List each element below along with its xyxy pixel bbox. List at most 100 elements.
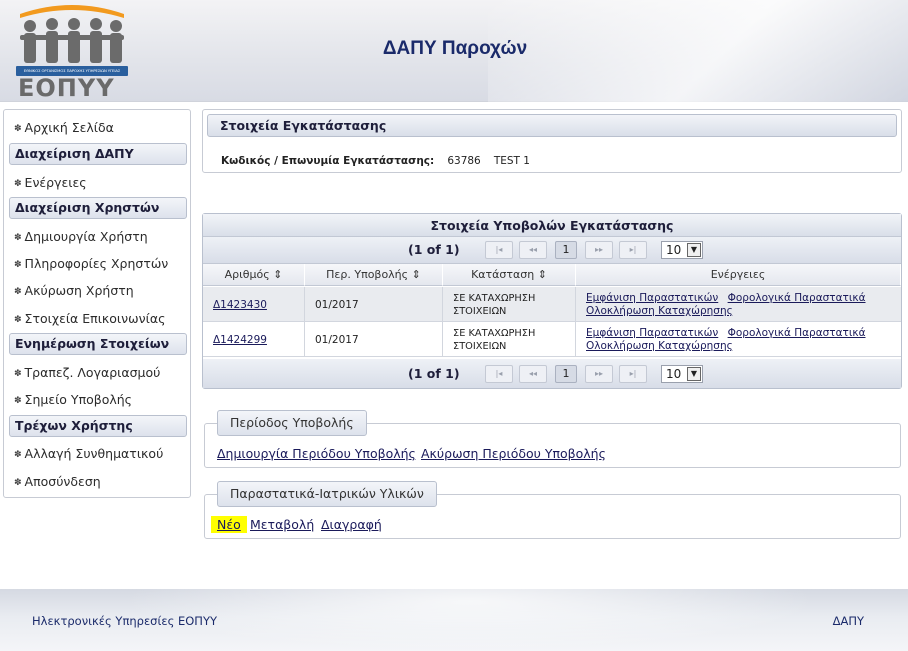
facility-name: TEST 1 [493, 155, 530, 167]
sidebar-item-label: Ενέργειες [24, 175, 87, 190]
submissions-table: Στοιχεία Υποβολών Εγκατάστασης (1 of 1) … [202, 213, 902, 389]
page-count: (1 of 1) [408, 366, 460, 381]
cell-period: 01/2017 [305, 287, 443, 322]
page-size-value: 10 [666, 367, 682, 381]
cell-actions: Εμφάνιση Παραστατικών Φορολογικά Παραστα… [576, 287, 901, 322]
first-page-button[interactable]: |◂ [485, 365, 513, 383]
sidebar-item-label: Σημείο Υποβολής [24, 392, 133, 407]
show-documents-link[interactable]: Εμφάνιση Παραστατικών [586, 327, 718, 339]
page-number-button[interactable]: 1 [555, 241, 577, 259]
complete-entry-link[interactable]: Ολοκλήρωση Καταχώρησης [586, 305, 733, 317]
prev-page-button[interactable]: ◂◂ [519, 241, 547, 259]
table-row: Δ1424299 01/2017 ΣΕ ΚΑΤΑΧΩΡΗΣΗ ΣΤΟΙΧΕΙΩΝ… [203, 322, 901, 357]
next-page-button[interactable]: ▸▸ [585, 241, 613, 259]
facility-info: Κωδικός / Επωνυμία Εγκατάστασης: 63786 T… [221, 149, 530, 168]
next-page-button[interactable]: ▸▸ [585, 365, 613, 383]
sidebar-item-label: Αρχική Σελίδα [24, 120, 114, 135]
column-header-label: Κατάσταση [471, 268, 535, 281]
column-header-status[interactable]: Κατάσταση ⇕ [443, 264, 576, 286]
sidebar-item-bank-account[interactable]: ✽ Τραπεζ. Λογαριασμού [14, 365, 160, 383]
new-link[interactable]: Νέο [211, 516, 247, 533]
gear-bullet-icon: ✽ [14, 287, 22, 297]
sidebar-item-home[interactable]: ✽ Αρχική Σελίδα [14, 120, 114, 138]
complete-entry-link[interactable]: Ολοκλήρωση Καταχώρησης [586, 340, 733, 352]
sidebar-section-dapy: Διαχείριση ΔΑΠΥ [9, 143, 187, 165]
last-page-button[interactable]: ▸| [619, 241, 647, 259]
sidebar-item-label: Αλλαγή Συνθηματικού [24, 446, 164, 461]
facility-label: Κωδικός / Επωνυμία Εγκατάστασης: [221, 155, 435, 167]
sidebar-item-user-info[interactable]: ✽ Πληροφορίες Χρηστών [14, 256, 168, 274]
dropdown-arrow-icon[interactable]: ▼ [687, 243, 701, 257]
cell-status: ΣΕ ΚΑΤΑΧΩΡΗΣΗ ΣΤΟΙΧΕΙΩΝ [443, 287, 576, 322]
sidebar-item-label: Πληροφορίες Χρηστών [24, 256, 169, 271]
sidebar-item-create-user[interactable]: ✽ Δημιουργία Χρήστη [14, 229, 148, 247]
sort-icon: ⇕ [537, 268, 547, 281]
last-page-button[interactable]: ▸| [619, 365, 647, 383]
sidebar-item-logout[interactable]: ✽ Αποσύνδεση [14, 474, 101, 492]
cell-number: Δ1423430 [203, 287, 305, 322]
footer-right-text: ΔΑΠΥ [832, 614, 864, 628]
facility-panel: Στοιχεία Εγκατάστασης Κωδικός / Επωνυμία… [202, 109, 902, 173]
cell-status: ΣΕ ΚΑΤΑΧΩΡΗΣΗ ΣΤΟΙΧΕΙΩΝ [443, 322, 576, 357]
page-size-value: 10 [666, 243, 682, 257]
prev-page-button[interactable]: ◂◂ [519, 365, 547, 383]
tax-documents-link[interactable]: Φορολογικά Παραστατικά [728, 292, 866, 304]
tax-documents-link[interactable]: Φορολογικά Παραστατικά [728, 327, 866, 339]
sidebar-item-submission-point[interactable]: ✽ Σημείο Υποβολής [14, 392, 132, 410]
cancel-period-link[interactable]: Ακύρωση Περιόδου Υποβολής [421, 446, 606, 461]
sidebar-section-users: Διαχείριση Χρηστών [9, 197, 187, 219]
sidebar-item-label: Τραπεζ. Λογαριασμού [24, 365, 161, 380]
people-figures-icon [20, 5, 124, 63]
facility-panel-title: Στοιχεία Εγκατάστασης [207, 114, 897, 137]
column-header-number[interactable]: Αριθμός ⇕ [203, 264, 305, 286]
gear-bullet-icon: ✽ [14, 478, 22, 488]
show-documents-link[interactable]: Εμφάνιση Παραστατικών [586, 292, 718, 304]
page-footer: Ηλεκτρονικές Υπηρεσίες ΕΟΠΥΥ ΔΑΠΥ [0, 589, 908, 651]
modify-link[interactable]: Μεταβολή [250, 517, 314, 532]
table-row: Δ1423430 01/2017 ΣΕ ΚΑΤΑΧΩΡΗΣΗ ΣΤΟΙΧΕΙΩΝ… [203, 287, 901, 322]
status-text: ΣΕ ΚΑΤΑΧΩΡΗΣΗ ΣΤΟΙΧΕΙΩΝ [453, 327, 536, 352]
delete-link[interactable]: Διαγραφή [321, 517, 382, 532]
cell-actions: Εμφάνιση Παραστατικών Φορολογικά Παραστα… [576, 322, 901, 357]
page-size-select[interactable]: 10 ▼ [661, 241, 703, 259]
column-header-period[interactable]: Περ. Υποβολής ⇕ [305, 264, 443, 286]
sidebar-item-label: Ακύρωση Χρήστη [24, 283, 134, 298]
dropdown-arrow-icon[interactable]: ▼ [687, 367, 701, 381]
sort-icon: ⇕ [411, 268, 421, 281]
sidebar-item-change-password[interactable]: ✽ Αλλαγή Συνθηματικού [14, 446, 163, 464]
sidebar-item-actions[interactable]: ✽ Ενέργειες [14, 175, 87, 193]
gear-bullet-icon: ✽ [14, 260, 22, 270]
page-size-select[interactable]: 10 ▼ [661, 365, 703, 383]
footer-left-text: Ηλεκτρονικές Υπηρεσίες ΕΟΠΥΥ [32, 614, 217, 628]
pager-bottom: (1 of 1) |◂ ◂◂ 1 ▸▸ ▸| 10 ▼ [203, 359, 901, 388]
submission-number-link[interactable]: Δ1424299 [213, 334, 267, 346]
cell-period: 01/2017 [305, 322, 443, 357]
gear-bullet-icon: ✽ [14, 179, 22, 189]
submissions-table-title: Στοιχεία Υποβολών Εγκατάστασης [203, 214, 901, 237]
period-legend: Περίοδος Υποβολής [217, 410, 367, 436]
sort-icon: ⇕ [273, 268, 283, 281]
gear-bullet-icon: ✽ [14, 396, 22, 406]
page-title: ΔΑΠΥ Παροχών [382, 38, 528, 59]
sidebar-item-label: Δημιουργία Χρήστη [24, 229, 148, 244]
footer-decoration [120, 589, 820, 651]
sidebar-menu: ✽ Αρχική Σελίδα Διαχείριση ΔΑΠΥ ✽ Ενέργειε… [3, 109, 191, 498]
facility-code: 63786 [447, 155, 481, 167]
page-number-button[interactable]: 1 [555, 365, 577, 383]
column-header-actions: Ενέργειες [576, 264, 901, 286]
gear-bullet-icon: ✽ [14, 315, 22, 325]
gear-bullet-icon: ✽ [14, 450, 22, 460]
sidebar-item-cancel-user[interactable]: ✽ Ακύρωση Χρήστη [14, 283, 134, 301]
page-header: ΕΘΝΙΚΟΣ ΟΡΓΑΝΙΣΜΟΣ ΠΑΡΟΧΗΣ ΥΠΗΡΕΣΙΩΝ ΥΓΕ… [0, 0, 908, 102]
create-period-link[interactable]: Δημιουργία Περιόδου Υποβολής [217, 446, 416, 461]
submission-number-link[interactable]: Δ1423430 [213, 299, 267, 311]
sidebar-item-label: Αποσύνδεση [24, 474, 101, 489]
logo-brand-text: ΕΟΠΥΥ [18, 74, 115, 102]
sidebar-item-contact-info[interactable]: ✽ Στοιχεία Επικοινωνίας [14, 311, 165, 329]
sidebar-item-label: Στοιχεία Επικοινωνίας [24, 311, 166, 326]
pager-top: (1 of 1) |◂ ◂◂ 1 ▸▸ ▸| 10 ▼ [203, 237, 901, 264]
page-count: (1 of 1) [408, 242, 460, 257]
column-header-label: Περ. Υποβολής [326, 268, 409, 281]
status-text: ΣΕ ΚΑΤΑΧΩΡΗΣΗ ΣΤΟΙΧΕΙΩΝ [453, 292, 536, 317]
first-page-button[interactable]: |◂ [485, 241, 513, 259]
